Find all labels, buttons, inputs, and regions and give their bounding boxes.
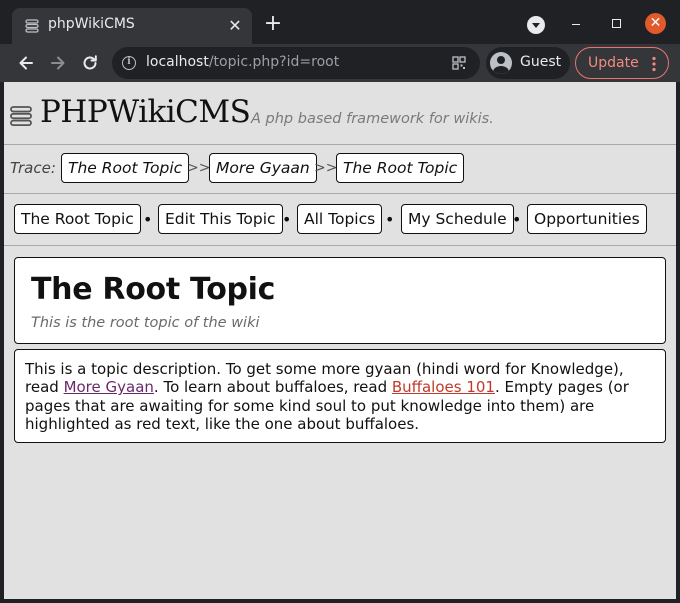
tab-search-icon[interactable]	[527, 16, 545, 34]
menu-separator: •	[512, 210, 522, 229]
menu-separator: •	[385, 210, 395, 229]
menu-item-all-topics[interactable]: All Topics	[297, 204, 383, 234]
page-viewport: PHPWikiCMS A php based framework for wik…	[4, 82, 676, 599]
divider	[4, 193, 676, 194]
browser-tab[interactable]: phpWikiCMS ✕	[12, 8, 252, 44]
description-text: . To learn about buffaloes, read	[153, 378, 392, 397]
menu-item-my-schedule[interactable]: My Schedule	[401, 204, 514, 234]
update-label: Update	[588, 55, 639, 71]
menu-item-edit-topic[interactable]: Edit This Topic	[158, 204, 283, 234]
forward-icon[interactable]	[48, 53, 68, 73]
more-vert-icon	[652, 56, 656, 72]
maximize-icon[interactable]	[606, 14, 626, 34]
window-frame	[0, 599, 680, 603]
browser-titlebar: phpWikiCMS ✕ + ✕	[0, 0, 680, 44]
breadcrumb-item-root-topic[interactable]: The Root Topic	[61, 153, 190, 183]
trace-label: Trace:	[10, 159, 56, 177]
new-tab-icon[interactable]: +	[262, 13, 284, 36]
minimize-icon[interactable]	[566, 14, 586, 34]
menu-separator: •	[143, 210, 153, 229]
browser-toolbar: i localhost/topic.php?id=root Guest Upda…	[0, 44, 680, 82]
update-button[interactable]: Update	[575, 47, 669, 79]
qr-code-icon[interactable]	[452, 56, 466, 70]
url-path: /topic.php?id=root	[208, 54, 340, 70]
breadcrumb-item-more-gyaan[interactable]: More Gyaan	[209, 153, 317, 183]
profile-button[interactable]: Guest	[486, 47, 570, 79]
close-window-icon[interactable]: ✕	[645, 13, 666, 34]
divider	[4, 245, 676, 246]
breadcrumb-separator: >>	[314, 160, 338, 176]
info-icon[interactable]: i	[122, 56, 136, 70]
tab-title: phpWikiCMS	[48, 16, 135, 32]
profile-label: Guest	[520, 54, 562, 70]
breadcrumb-item-root-topic-current[interactable]: The Root Topic	[336, 153, 465, 183]
url-text[interactable]: localhost/topic.php?id=root	[146, 54, 339, 70]
menu-item-opportunities[interactable]: Opportunities	[527, 204, 647, 234]
avatar-icon	[490, 52, 512, 74]
breadcrumb-separator: >>	[187, 160, 211, 176]
main-menu: The Root Topic • Edit This Topic • All T…	[4, 204, 676, 236]
reload-icon[interactable]	[80, 53, 100, 73]
site-header: PHPWikiCMS A php based framework for wik…	[4, 82, 676, 144]
menu-separator: •	[282, 210, 292, 229]
menu-item-root-topic[interactable]: The Root Topic	[14, 204, 141, 234]
site-tagline: A php based framework for wikis.	[251, 111, 494, 127]
url-host: localhost	[146, 54, 209, 70]
page-title: The Root Topic	[31, 272, 276, 307]
site-title: PHPWikiCMS	[40, 94, 251, 130]
topic-header-card: The Root Topic This is the root topic of…	[14, 257, 666, 344]
divider	[4, 144, 676, 145]
back-icon[interactable]	[16, 53, 36, 73]
link-buffaloes-101[interactable]: Buffaloes 101	[392, 378, 495, 396]
address-bar[interactable]: i localhost/topic.php?id=root	[112, 47, 480, 79]
link-more-gyaan[interactable]: More Gyaan	[64, 378, 154, 396]
stack-icon	[25, 19, 39, 33]
topic-description: This is a topic description. To get some…	[14, 349, 666, 443]
stack-logo-icon	[10, 106, 32, 127]
breadcrumb: Trace: The Root Topic >> More Gyaan >> T…	[4, 152, 676, 184]
page-subtitle: This is the root topic of the wiki	[31, 315, 260, 331]
tab-close-icon[interactable]: ✕	[226, 17, 244, 35]
